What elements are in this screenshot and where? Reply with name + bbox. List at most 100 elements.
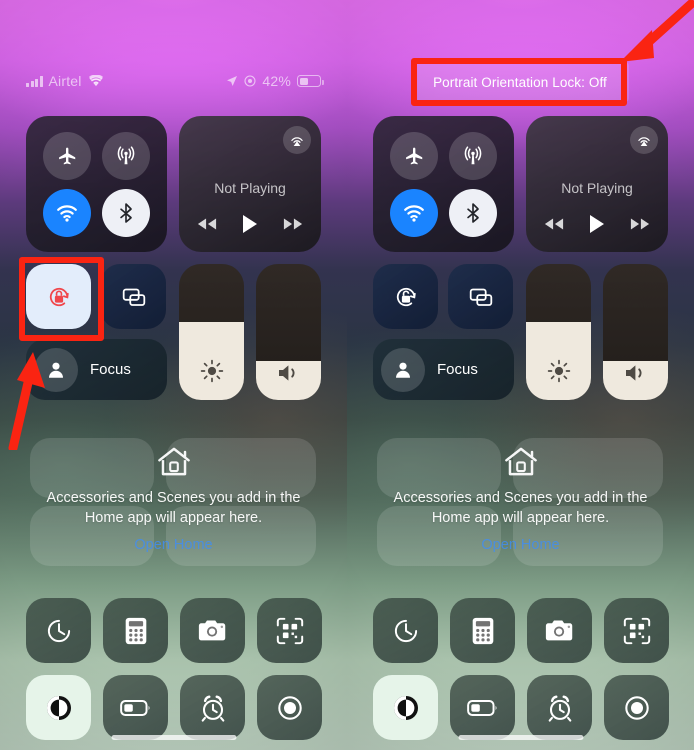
bluetooth-icon: [115, 202, 137, 224]
home-module[interactable]: Accessories and Scenes you add in the Ho…: [373, 424, 668, 572]
focus-label: Focus: [90, 361, 131, 378]
screen-recording-button[interactable]: [604, 675, 669, 740]
now-playing-status: Not Playing: [214, 180, 286, 196]
screen-mirroring-icon: [119, 282, 149, 312]
control-center-grid: Not Playing Focus: [26, 116, 321, 400]
focus-button[interactable]: Focus: [26, 339, 167, 400]
focus-person-icon: [381, 347, 425, 392]
media-playback-module[interactable]: Not Playing: [179, 116, 321, 252]
home-placeholder-tile: [30, 438, 154, 498]
volume-slider[interactable]: [256, 264, 321, 400]
brightness-sun-icon: [526, 358, 591, 384]
dark-mode-button[interactable]: [26, 675, 91, 740]
wifi-button[interactable]: [389, 188, 438, 237]
airplay-audio-icon[interactable]: [630, 126, 658, 154]
toast-label: Portrait Orientation Lock: Off: [433, 74, 607, 90]
transport-controls: [544, 214, 650, 234]
low-power-mode-button[interactable]: [103, 675, 168, 740]
fast-forward-icon[interactable]: [283, 217, 303, 231]
alarm-button[interactable]: [180, 675, 245, 740]
open-home-link[interactable]: Open Home: [481, 537, 559, 553]
portrait-orientation-lock-toast: Portrait Orientation Lock: Off: [411, 62, 629, 102]
utility-tiles-grid: [26, 598, 322, 740]
screen-record-icon: [622, 693, 652, 723]
screenshot-stage: Airtel 42% Not Playing Focus Accessories…: [0, 0, 694, 750]
camera-icon: [544, 618, 576, 644]
code-scanner-button[interactable]: [257, 598, 322, 663]
brightness-slider[interactable]: [526, 264, 591, 400]
alarm-clock-icon: [545, 693, 575, 723]
focus-label: Focus: [437, 361, 478, 378]
media-playback-module[interactable]: Not Playing: [526, 116, 668, 252]
carrier-name: Airtel: [48, 73, 82, 89]
rotation-lock-locked-icon: [44, 282, 74, 312]
screen-mirroring-button[interactable]: [448, 264, 513, 329]
camera-button[interactable]: [180, 598, 245, 663]
orientation-lock-button-right[interactable]: [373, 264, 438, 329]
wifi-icon: [402, 201, 426, 225]
calculator-icon: [469, 616, 497, 646]
calculator-icon: [122, 616, 150, 646]
sliders-group: [526, 264, 668, 400]
volume-slider[interactable]: [603, 264, 668, 400]
calculator-button[interactable]: [103, 598, 168, 663]
dark-mode-button[interactable]: [373, 675, 438, 740]
timer-button[interactable]: [26, 598, 91, 663]
fast-forward-icon[interactable]: [630, 217, 650, 231]
connectivity-module: [373, 116, 514, 252]
low-power-battery-icon: [119, 698, 152, 718]
wifi-button[interactable]: [42, 188, 91, 237]
timer-button[interactable]: [373, 598, 438, 663]
bluetooth-button[interactable]: [449, 188, 498, 237]
timer-icon: [391, 616, 421, 646]
bluetooth-icon: [462, 202, 484, 224]
orientation-lock-button-left[interactable]: [26, 264, 91, 329]
cellular-signal-icon: [26, 75, 43, 87]
home-indicator: [111, 735, 236, 740]
airplane-mode-button[interactable]: [389, 131, 438, 180]
bluetooth-button[interactable]: [102, 188, 151, 237]
play-icon[interactable]: [588, 214, 606, 234]
cellular-tower-icon: [462, 145, 484, 167]
alarm-button[interactable]: [527, 675, 592, 740]
low-power-battery-icon: [466, 698, 499, 718]
airplay-audio-icon[interactable]: [283, 126, 311, 154]
play-icon[interactable]: [241, 214, 259, 234]
cellular-data-button[interactable]: [449, 131, 498, 180]
sliders-group: [179, 264, 321, 400]
focus-indicator-icon: [244, 75, 256, 87]
home-house-icon: [155, 443, 193, 481]
brightness-slider[interactable]: [179, 264, 244, 400]
qr-scanner-icon: [622, 616, 652, 646]
screen-record-icon: [275, 693, 305, 723]
now-playing-status: Not Playing: [561, 180, 633, 196]
airplane-icon: [56, 145, 78, 167]
airplane-mode-button[interactable]: [42, 131, 91, 180]
connectivity-module: [26, 116, 167, 252]
utility-tiles-grid: [373, 598, 669, 740]
location-arrow-icon: [226, 75, 238, 87]
focus-button[interactable]: Focus: [373, 339, 514, 400]
dark-mode-icon: [43, 692, 75, 724]
home-module[interactable]: Accessories and Scenes you add in the Ho…: [26, 424, 321, 572]
home-indicator: [458, 735, 583, 740]
camera-button[interactable]: [527, 598, 592, 663]
battery-icon: [297, 75, 324, 87]
dark-mode-icon: [390, 692, 422, 724]
low-power-mode-button[interactable]: [450, 675, 515, 740]
home-placeholder-tile: [377, 438, 501, 498]
qr-scanner-icon: [275, 616, 305, 646]
code-scanner-button[interactable]: [604, 598, 669, 663]
screen-recording-button[interactable]: [257, 675, 322, 740]
camera-icon: [197, 618, 229, 644]
calculator-button[interactable]: [450, 598, 515, 663]
control-center-panel-before: Airtel 42% Not Playing Focus Accessories…: [0, 0, 347, 750]
rewind-icon[interactable]: [197, 217, 217, 231]
screen-mirroring-button[interactable]: [101, 264, 166, 329]
airplane-icon: [403, 145, 425, 167]
alarm-clock-icon: [198, 693, 228, 723]
open-home-link[interactable]: Open Home: [134, 537, 212, 553]
rewind-icon[interactable]: [544, 217, 564, 231]
wifi-icon: [88, 75, 104, 87]
cellular-data-button[interactable]: [102, 131, 151, 180]
